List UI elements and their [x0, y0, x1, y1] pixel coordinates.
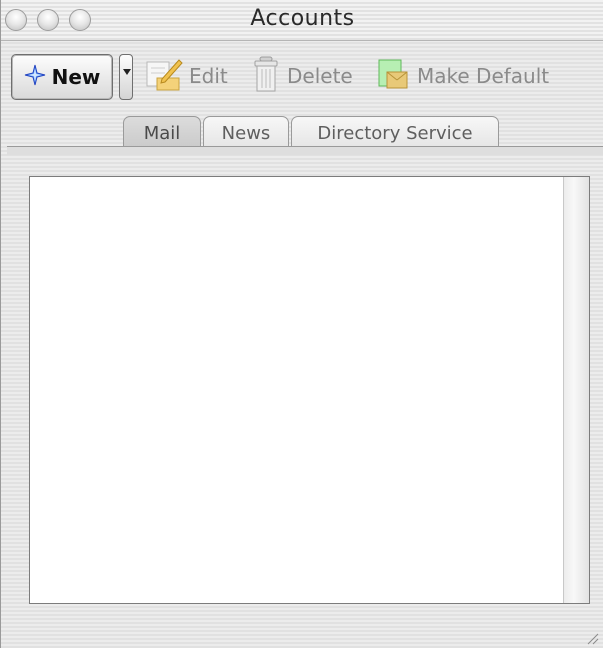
default-document-icon [375, 56, 411, 96]
accounts-list[interactable] [29, 176, 590, 604]
trash-can-icon [251, 55, 281, 97]
edit-pencil-icon [143, 56, 183, 96]
vertical-scrollbar[interactable] [563, 177, 589, 603]
tab-news[interactable]: News [203, 116, 289, 150]
title-bar[interactable]: Accounts [1, 0, 603, 41]
tab-directory-service[interactable]: Directory Service [291, 116, 499, 150]
window-title: Accounts [250, 6, 355, 31]
new-dropdown-button[interactable] [119, 54, 133, 100]
tab-directory-service-label: Directory Service [317, 123, 473, 144]
accounts-window: Accounts New Edit Delete Make Default Ma… [0, 0, 603, 648]
tab-mail-label: Mail [143, 123, 181, 144]
make-default-button[interactable]: Make Default [375, 56, 549, 96]
tab-mail[interactable]: Mail [123, 116, 201, 150]
delete-button[interactable]: Delete [251, 56, 353, 96]
tab-panel-divider [7, 146, 603, 155]
sparkle-star-icon [24, 64, 46, 90]
tab-news-label: News [221, 123, 271, 144]
edit-button-label: Edit [189, 64, 228, 88]
new-button-label: New [51, 65, 101, 89]
triangle-down-icon [123, 69, 131, 75]
edit-button[interactable]: Edit [143, 56, 228, 96]
new-account-button[interactable]: New [11, 54, 113, 100]
delete-button-label: Delete [287, 64, 353, 88]
resize-grip-icon[interactable] [585, 630, 599, 645]
make-default-button-label: Make Default [417, 64, 550, 88]
